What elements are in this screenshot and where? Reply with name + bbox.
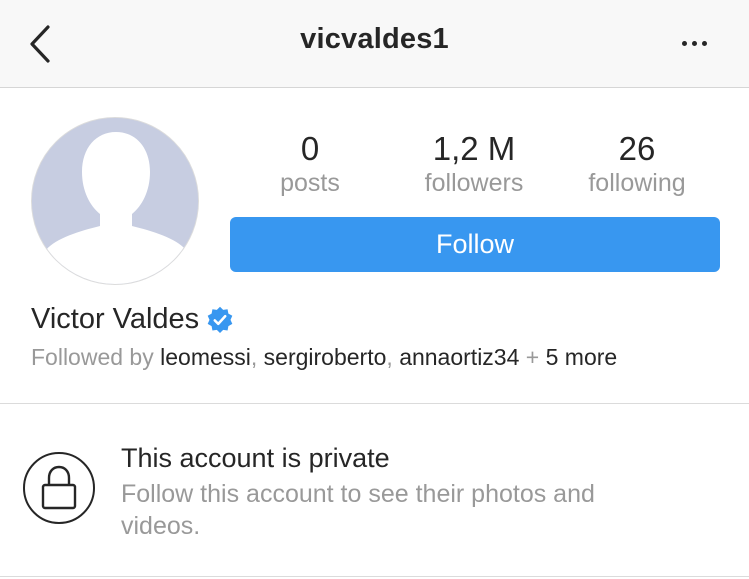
private-lock-badge (23, 452, 95, 524)
posts-label: posts (280, 169, 340, 197)
followed-by-plus: + (525, 344, 540, 370)
profile-avatar[interactable] (31, 117, 199, 285)
top-nav-bar: vicvaldes1 (0, 0, 749, 88)
followed-by-line[interactable]: Followed by leomessi, sergiroberto, anna… (31, 344, 617, 371)
lock-icon (41, 465, 77, 510)
verified-badge-icon (207, 306, 233, 333)
followed-by-prefix: Followed by (31, 344, 154, 370)
posts-count: 0 (300, 130, 320, 167)
followers-label: followers (424, 169, 524, 197)
follower-link-leomessi[interactable]: leomessi (160, 344, 251, 370)
more-options-button[interactable] (672, 28, 716, 58)
stat-posts[interactable]: 0 posts (230, 130, 390, 198)
stat-followers[interactable]: 1,2 M followers (394, 130, 554, 198)
profile-name-row: Victor Valdes (31, 303, 234, 336)
follow-button[interactable]: Follow (230, 217, 720, 272)
bottom-divider (0, 576, 749, 577)
profile-username-title: vicvaldes1 (300, 23, 449, 55)
profile-full-name: Victor Valdes (31, 303, 200, 335)
default-avatar-silhouette-icon (32, 118, 198, 284)
follower-link-annaortiz34[interactable]: annaortiz34 (399, 344, 519, 370)
section-divider (0, 403, 749, 404)
stat-following[interactable]: 26 following (557, 130, 717, 198)
following-count: 26 (618, 130, 656, 167)
followed-by-more[interactable]: 5 more (546, 344, 618, 370)
follower-link-sergiroberto[interactable]: sergiroberto (264, 344, 387, 370)
followers-count: 1,2 M (432, 130, 516, 167)
private-account-title: This account is private (121, 443, 390, 473)
following-label: following (588, 169, 686, 197)
private-account-description: Follow this account to see their photos … (121, 480, 595, 540)
more-horizontal-icon (681, 40, 687, 46)
profile-stats: 0 posts 1,2 M followers 26 following (230, 130, 720, 200)
